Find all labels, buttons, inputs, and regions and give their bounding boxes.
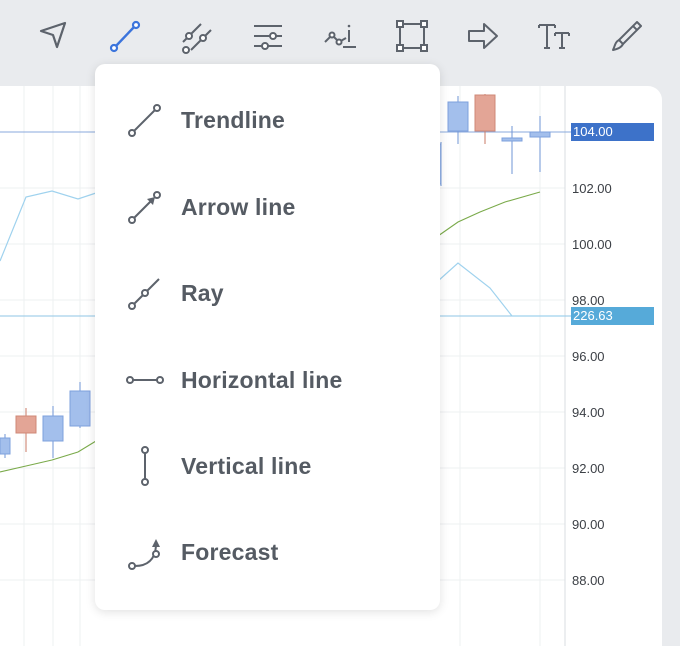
secondary-value-badge: 226.63 [571, 307, 654, 325]
cursor-arrow-icon [39, 21, 67, 49]
current-price-badge: 104.00 [571, 123, 654, 141]
price-axis-label: 94.00 [572, 405, 605, 420]
menu-item-ray[interactable]: Ray [95, 250, 440, 336]
text-icon [538, 24, 570, 49]
menu-item-arrow-line[interactable]: Arrow line [95, 164, 440, 250]
menu-item-forecast[interactable]: Forecast [95, 509, 440, 595]
trendline-icon [109, 20, 141, 53]
oscillator-line-right [437, 262, 565, 317]
price-axis-label: 88.00 [572, 573, 605, 588]
vertical-line-icon [125, 446, 165, 486]
annotation-tool[interactable] [318, 14, 362, 58]
menu-item-vertical-line[interactable]: Vertical line [95, 423, 440, 509]
menu-item-label: Vertical line [181, 452, 312, 479]
candle-bull [42, 415, 64, 442]
horizontal-lines-tool[interactable] [246, 14, 290, 58]
annotation-icon [324, 24, 356, 48]
parallel-lines-tool[interactable] [175, 14, 219, 58]
brush-icon [612, 21, 642, 51]
candle-bull [529, 131, 551, 138]
menu-item-label: Horizontal line [181, 366, 343, 393]
ray-icon [125, 273, 165, 313]
arrow-shape-icon [468, 23, 498, 49]
oscillator-line-left [0, 190, 97, 262]
rectangle-icon [396, 20, 428, 52]
parallel-lines-icon [182, 23, 212, 54]
text-tool[interactable] [532, 14, 576, 58]
arrow-line-icon [125, 187, 165, 227]
horizontal-lines-icon [254, 25, 282, 50]
price-axis-label: 98.00 [572, 293, 605, 308]
candle-bull [0, 437, 11, 455]
candle-bear [15, 415, 37, 434]
menu-item-label: Arrow line [181, 193, 296, 220]
trendline-dropdown-menu: Trendline Arrow line Ray Horizontal line… [95, 64, 440, 610]
price-axis-label: 90.00 [572, 517, 605, 532]
menu-item-horizontal-line[interactable]: Horizontal line [95, 337, 440, 423]
trendline-icon [125, 100, 165, 140]
cursor-arrow-tool[interactable] [30, 14, 74, 58]
menu-item-label: Trendline [181, 106, 286, 133]
price-axis-label: 96.00 [572, 349, 605, 364]
moving-average-line-right [437, 191, 541, 237]
rectangle-tool[interactable] [390, 14, 434, 58]
price-axis-label: 92.00 [572, 461, 605, 476]
arrow-shape-tool[interactable] [461, 14, 505, 58]
brush-tool[interactable] [605, 14, 649, 58]
price-axis-label: 100.00 [572, 237, 612, 252]
price-axis-label: 102.00 [572, 181, 612, 196]
candle-bear [474, 94, 496, 132]
moving-average-line-left [0, 440, 97, 473]
candle-bull [447, 101, 469, 132]
candle-bull [69, 390, 91, 427]
forecast-icon [125, 532, 165, 572]
horizontal-line-icon [125, 360, 165, 400]
trendline-tool[interactable] [103, 14, 147, 58]
candle-bull [501, 137, 523, 142]
menu-item-trendline[interactable]: Trendline [95, 77, 440, 163]
menu-item-label: Forecast [181, 538, 279, 565]
menu-item-label: Ray [181, 279, 224, 306]
